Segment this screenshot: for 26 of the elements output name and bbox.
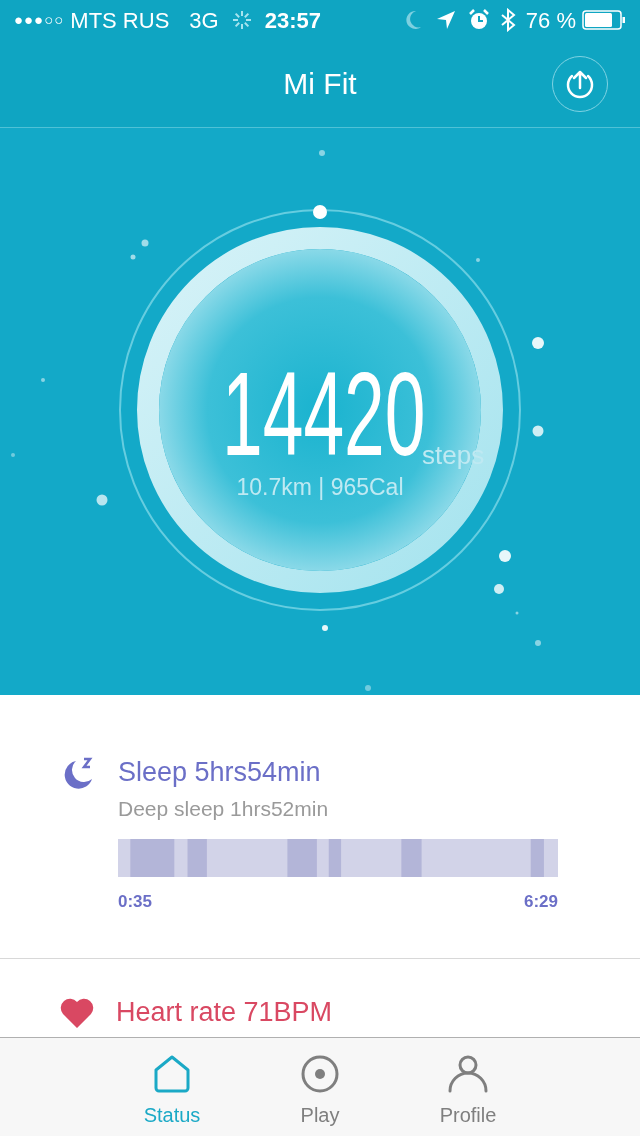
heart-rate-title: Heart rate 71BPM bbox=[116, 996, 333, 1029]
carrier-name: MTS RUS bbox=[70, 6, 170, 35]
app-title: Mi Fit bbox=[283, 66, 357, 102]
distance-calories: 10.7km | 965Cal bbox=[236, 473, 404, 502]
clock: 23:57 bbox=[264, 6, 321, 35]
battery-percentage: 76 % bbox=[525, 6, 576, 35]
tab-item[interactable]: Status bbox=[127, 1054, 217, 1136]
tab-item[interactable]: Profile bbox=[423, 1054, 513, 1136]
sleep-title: Sleep 5hrs54min bbox=[118, 756, 322, 789]
moon-icon bbox=[403, 10, 422, 30]
alarm-clock-icon bbox=[467, 9, 490, 31]
upload-icon bbox=[564, 68, 596, 100]
tab-item[interactable]: Play bbox=[275, 1054, 365, 1136]
deep-sleep-text: Deep sleep 1hrs52min bbox=[118, 796, 330, 822]
battery-icon bbox=[582, 10, 626, 30]
target-icon bbox=[300, 1054, 340, 1094]
signal-strength: ●●●○○ bbox=[14, 9, 65, 30]
location-arrow-icon bbox=[435, 10, 456, 30]
home-icon bbox=[152, 1054, 192, 1094]
loading-icon bbox=[230, 9, 253, 31]
sleep-start-time: 0:35 bbox=[118, 890, 153, 913]
sleep-end-time: 6:29 bbox=[523, 890, 558, 913]
bluetooth-icon bbox=[499, 8, 516, 32]
person-icon bbox=[448, 1054, 488, 1094]
heart-icon bbox=[60, 998, 94, 1028]
network-type: 3G bbox=[189, 6, 219, 35]
